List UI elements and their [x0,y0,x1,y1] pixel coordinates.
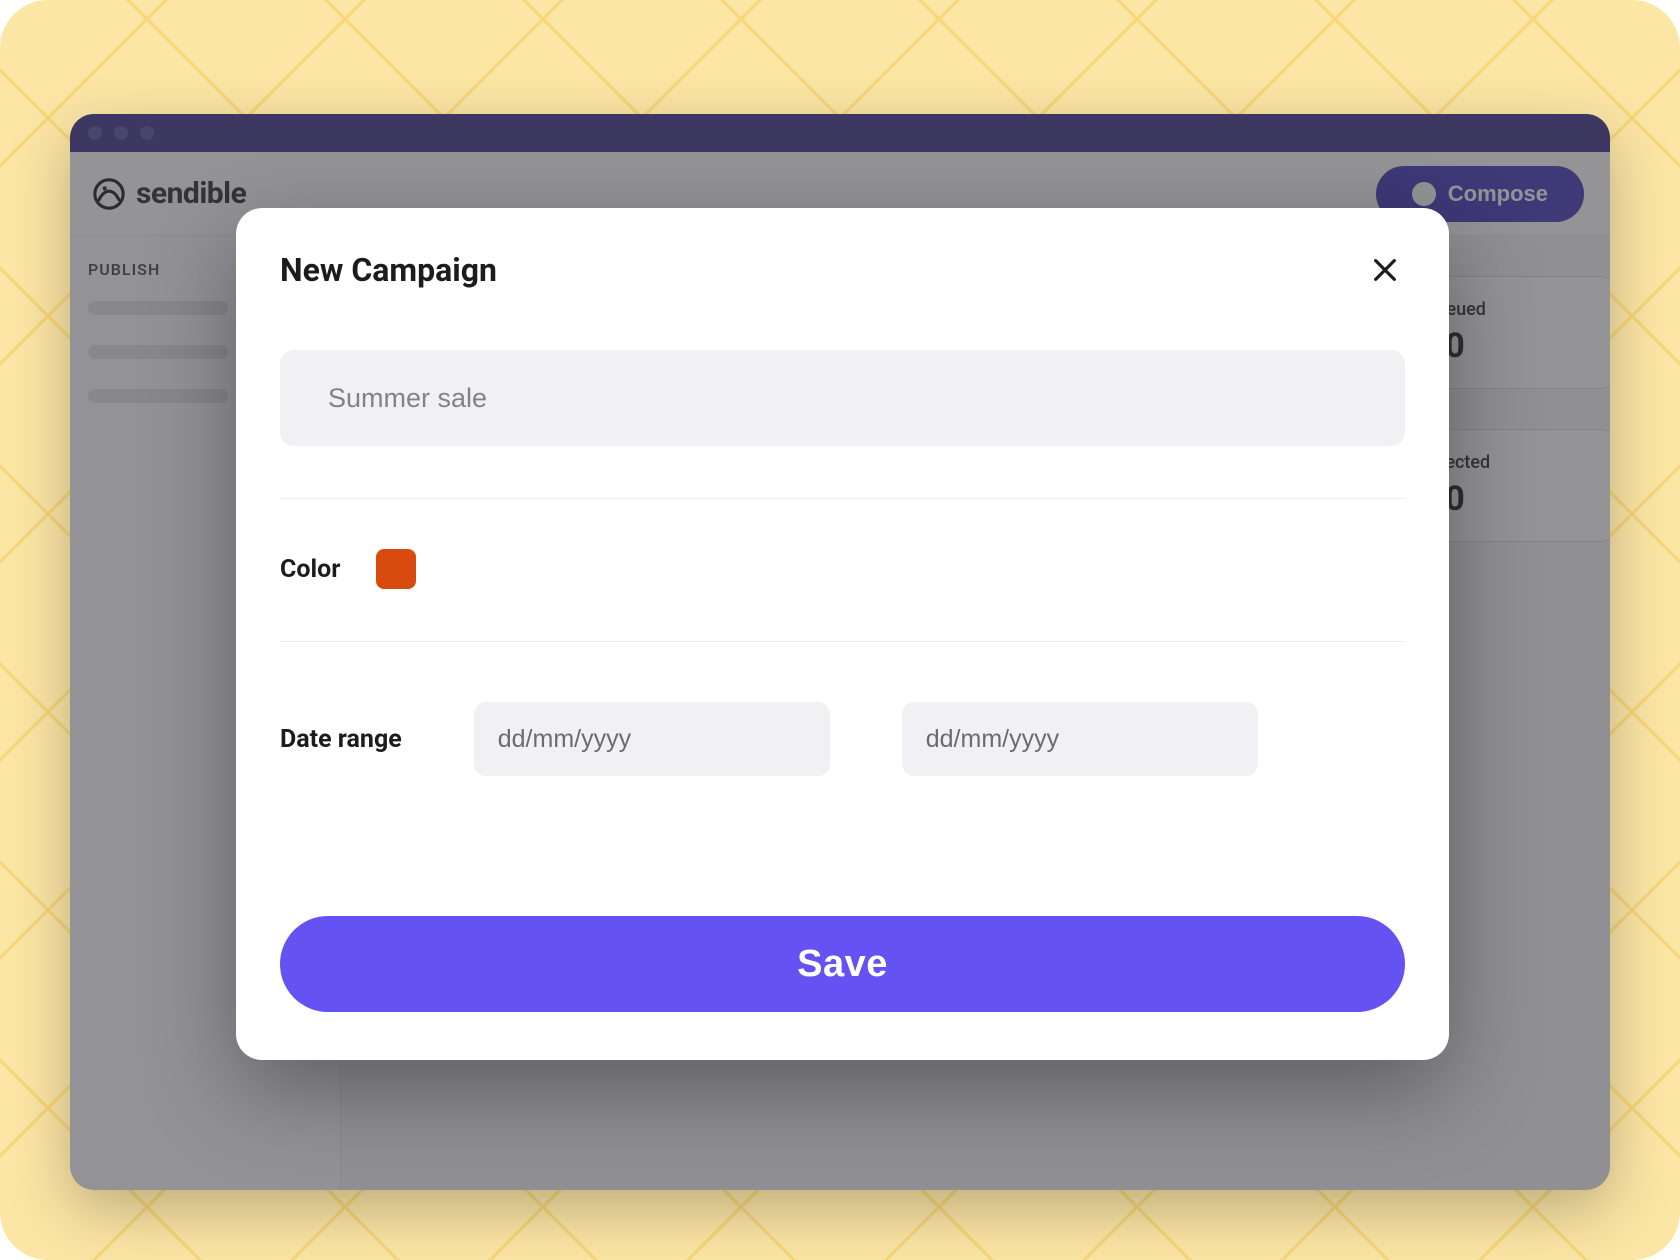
color-label: Color [280,555,340,584]
divider [280,641,1405,642]
close-icon [1369,254,1401,286]
date-range-label: Date range [280,725,402,754]
date-end-field[interactable] [902,702,1258,776]
modal-title: New Campaign [280,251,497,289]
date-range-row: Date range [280,702,1405,776]
save-label: Save [797,943,888,985]
color-swatch[interactable] [376,549,416,589]
campaign-name-input[interactable] [280,350,1405,446]
date-start-field[interactable] [474,702,830,776]
save-button[interactable]: Save [280,916,1405,1012]
date-start-input[interactable] [498,725,820,754]
page-background: sendible Compose PUBLISH Queued 0 [0,0,1680,1260]
divider [280,498,1405,499]
new-campaign-modal: New Campaign Color Date range [236,208,1449,1060]
modal-close-button[interactable] [1365,250,1405,290]
modal-header: New Campaign [280,250,1405,290]
date-end-input[interactable] [926,725,1248,754]
color-row: Color [280,549,1405,589]
